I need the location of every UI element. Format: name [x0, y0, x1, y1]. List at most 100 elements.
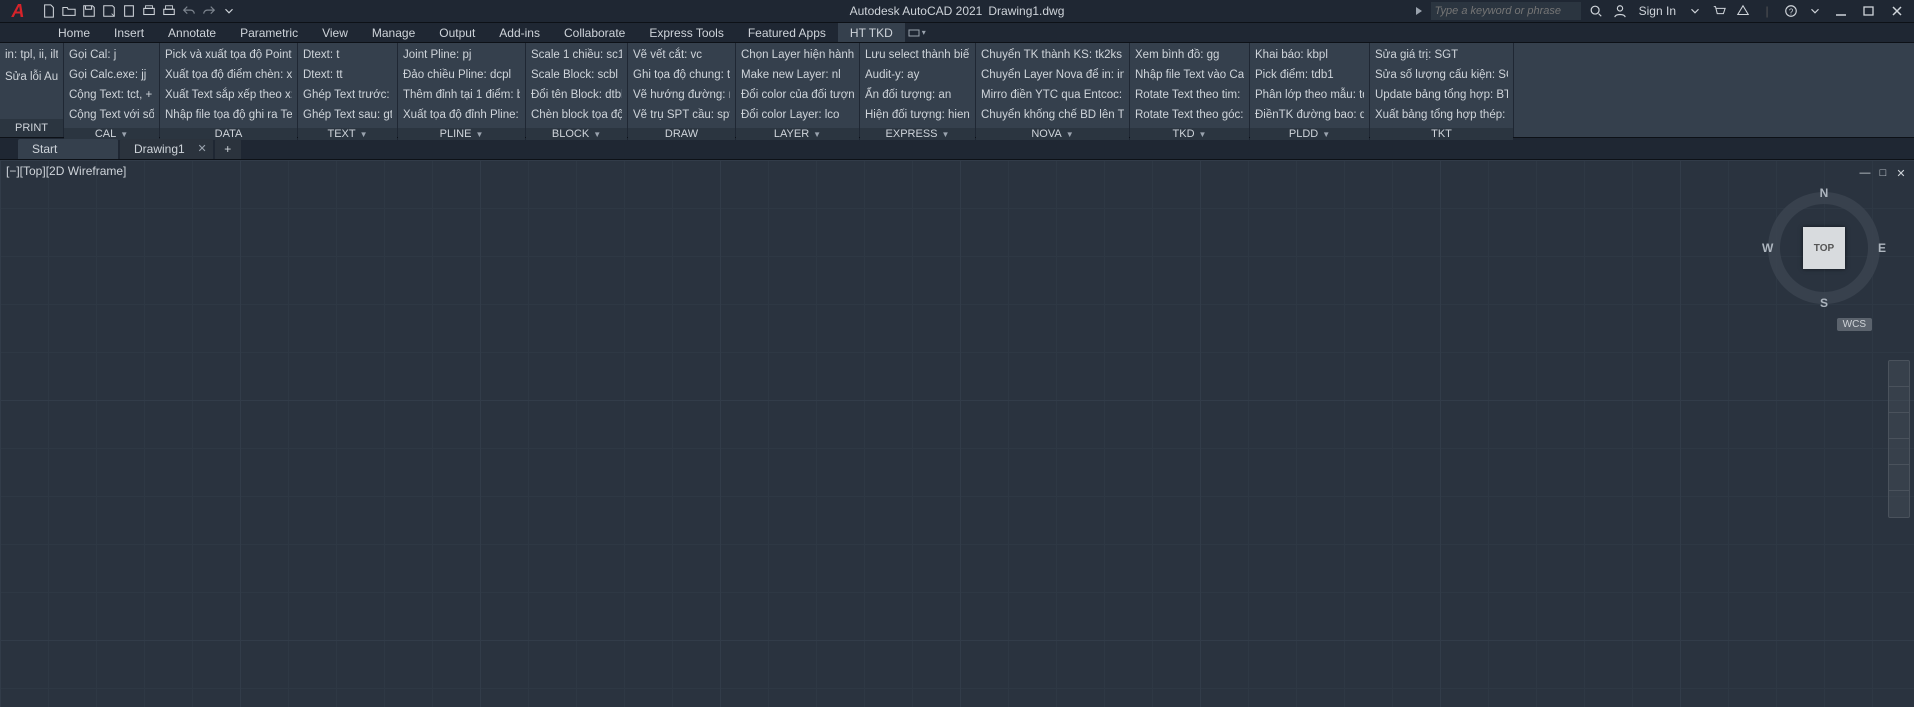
panel-cmd[interactable]: Vẽ trụ SPT cầu: sptc [633, 106, 730, 125]
new-icon[interactable] [40, 2, 58, 20]
menu-parametric[interactable]: Parametric [228, 23, 310, 42]
plot-icon[interactable] [140, 2, 158, 20]
chevron-down-icon[interactable]: ▼ [120, 130, 128, 139]
chevron-down-icon[interactable]: ▼ [593, 130, 601, 139]
panel-cmd[interactable]: Ghi tọa độ chung: tdc [633, 66, 730, 85]
tab-start[interactable]: Start [18, 139, 118, 159]
undo-icon[interactable] [180, 2, 198, 20]
panel-cmd[interactable]: Chuyển TK thành KS: tk2ks [981, 46, 1124, 65]
nav-wheel-icon[interactable] [1889, 361, 1909, 387]
menu-view[interactable]: View [310, 23, 360, 42]
panel-cmd[interactable]: Pick và xuất tọa độ Point: tdd [165, 46, 292, 65]
chevron-down-icon[interactable]: ▼ [475, 130, 483, 139]
signin-dropdown-icon[interactable] [1686, 2, 1704, 20]
user-icon[interactable] [1611, 2, 1629, 20]
panel-cmd[interactable]: Đảo chiều Pline: dcpl [403, 66, 520, 85]
panel-cmd[interactable]: Thêm đỉnh tại 1 điểm: bff [403, 86, 520, 105]
compass-n[interactable]: N [1820, 186, 1829, 200]
vp-minimize-icon[interactable]: — [1858, 166, 1872, 180]
menu-express-tools[interactable]: Express Tools [637, 23, 735, 42]
search-input[interactable] [1435, 5, 1577, 17]
panel-cmd[interactable]: Make new Layer: nl [741, 66, 854, 85]
panel-cmd[interactable]: Gọi Calc.exe: jj [69, 66, 154, 85]
nav-showmotion-icon[interactable] [1889, 465, 1909, 491]
panel-cmd[interactable]: Joint Pline: pj [403, 46, 520, 65]
close-button[interactable] [1886, 2, 1908, 20]
panel-title-block[interactable]: BLOCK▼ [526, 128, 627, 140]
panel-cmd[interactable]: Cộng Text: tct, + [69, 86, 154, 105]
save-icon[interactable] [80, 2, 98, 20]
app-logo[interactable]: A [0, 0, 36, 23]
panel-title-layer[interactable]: LAYER▼ [736, 128, 859, 140]
panel-cmd[interactable]: Dtext: t [303, 46, 392, 65]
saveas-icon[interactable] [100, 2, 118, 20]
menu-ht-tkd[interactable]: HT TKD [838, 23, 905, 42]
panel-cmd[interactable]: Dtext: tt [303, 66, 392, 85]
maximize-button[interactable] [1858, 2, 1880, 20]
panel-cmd[interactable]: Audit-y: ay [865, 66, 970, 85]
panel-cmd[interactable]: Sửa giá trị: SGT [1375, 46, 1508, 65]
menu-home[interactable]: Home [46, 23, 102, 42]
compass-e[interactable]: E [1878, 241, 1886, 255]
panel-cmd[interactable]: Chuyển Layer Nova để in: inv [981, 66, 1124, 85]
panel-title-text[interactable]: TEXT▼ [298, 128, 397, 140]
panel-cmd[interactable]: Pick điểm: tdb1 [1255, 66, 1364, 85]
wcs-badge[interactable]: WCS [1837, 318, 1872, 331]
menu-output[interactable]: Output [427, 23, 487, 42]
panel-cmd[interactable]: Nhập file Text vào Cad: nft [1135, 66, 1244, 85]
nav-zoom-icon[interactable] [1889, 413, 1909, 439]
chevron-down-icon[interactable]: ▼ [813, 130, 821, 139]
panel-cmd[interactable]: Đổi color của đối tượng: oc [741, 86, 854, 105]
compass-w[interactable]: W [1762, 241, 1773, 255]
redo-icon[interactable] [200, 2, 218, 20]
a360-icon[interactable] [1734, 2, 1752, 20]
panel-cmd[interactable]: Ghép Text trước: gtt [303, 86, 392, 105]
panel-cmd[interactable]: Xuất bảng tổng hợp thép: XTHT [1375, 106, 1508, 125]
minimize-button[interactable] [1830, 2, 1852, 20]
panel-cmd[interactable]: Hiện đối tượng: hien [865, 106, 970, 125]
nav-more-icon[interactable] [1889, 491, 1909, 517]
compass-s[interactable]: S [1820, 296, 1828, 310]
menu-featured-apps[interactable]: Featured Apps [736, 23, 838, 42]
panel-cmd[interactable]: Gọi Cal: j [69, 46, 154, 65]
drawing-canvas[interactable]: [−][Top][2D Wireframe] — □ ✕ TOP N S E W… [0, 160, 1914, 707]
viewport-label[interactable]: [−][Top][2D Wireframe] [6, 164, 126, 178]
panel-cmd[interactable]: in: tpl, ii, ilt [5, 46, 58, 65]
panel-cmd[interactable]: Vẽ hướng đường: mtcd [633, 86, 730, 105]
chevron-down-icon[interactable]: ▼ [1322, 130, 1330, 139]
panel-title-pline[interactable]: PLINE▼ [398, 128, 525, 140]
panel-cmd[interactable]: Cộng Text với số:++ [69, 106, 154, 125]
panel-cmd[interactable]: Chuyển khống chế BD lên TN: b2n [981, 106, 1124, 125]
nav-orbit-icon[interactable] [1889, 439, 1909, 465]
menu-insert[interactable]: Insert [102, 23, 156, 42]
panel-cmd[interactable]: Update bảng tổng hợp: BTH [1375, 86, 1508, 105]
panel-cmd[interactable]: Nhập file tọa độ ghi ra Text: nft [165, 106, 292, 125]
menu-annotate[interactable]: Annotate [156, 23, 228, 42]
panel-cmd[interactable]: Ghép Text sau: gts [303, 106, 392, 125]
panel-cmd[interactable]: Xuất Text sắp xếp theo x: t2t [165, 86, 292, 105]
nav-pan-icon[interactable] [1889, 387, 1909, 413]
view-cube[interactable]: TOP N S E W [1764, 188, 1884, 308]
search-icon[interactable] [1587, 2, 1605, 20]
panel-cmd[interactable]: Mirro điền YTC qua Entcoc: mil [981, 86, 1124, 105]
panel-title-express[interactable]: EXPRESS▼ [860, 128, 975, 140]
print-icon[interactable] [160, 2, 178, 20]
panel-cmd[interactable]: Vẽ vết cắt: vc [633, 46, 730, 65]
help-dropdown-icon[interactable] [1806, 2, 1824, 20]
panel-cmd[interactable]: Đổi color Layer: lco [741, 106, 854, 125]
chevron-down-icon[interactable]: ▼ [360, 130, 368, 139]
menu-add-ins[interactable]: Add-ins [487, 23, 552, 42]
panel-cmd[interactable]: Lưu select thành biến y: y [865, 46, 970, 65]
panel-cmd[interactable]: Sửa số lượng cấu kiện: SCK [1375, 66, 1508, 85]
panel-cmd[interactable]: Chèn block tọa độ: tdo [531, 106, 622, 125]
panel-cmd[interactable]: Khai báo: kbpl [1255, 46, 1364, 65]
panel-cmd[interactable]: Xuất tọa độ điểm chèn: xtddc [165, 66, 292, 85]
chevron-down-icon[interactable]: ▼ [942, 130, 950, 139]
panel-cmd[interactable]: Sửa lỗi Auto [5, 68, 58, 87]
search-box[interactable] [1431, 2, 1581, 20]
panel-cmd[interactable]: Scale 1 chiều: sc1 [531, 46, 622, 65]
menu-overflow-icon[interactable]: ▾ [905, 28, 929, 38]
panel-title-pldd[interactable]: PLDD▼ [1250, 128, 1369, 140]
panel-cmd[interactable]: Rotate Text theo tim: rt1 [1135, 86, 1244, 105]
sign-in-link[interactable]: Sign In [1635, 4, 1680, 18]
